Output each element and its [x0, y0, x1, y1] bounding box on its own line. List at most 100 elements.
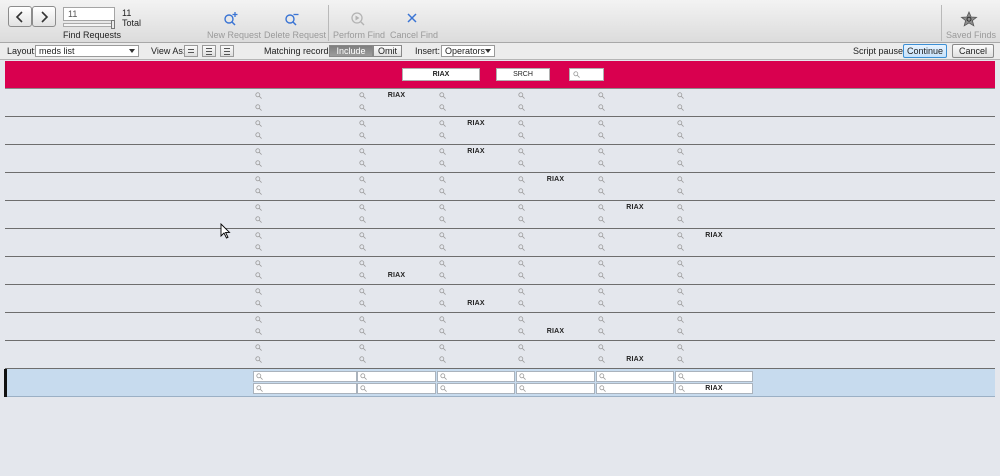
omit-toggle[interactable]: Omit [373, 45, 402, 57]
find-field-6[interactable] [675, 203, 753, 214]
find-field-3[interactable] [437, 315, 515, 326]
find-field-5[interactable] [596, 231, 674, 242]
find-request-row[interactable]: RIAX [5, 369, 995, 397]
find-field-3[interactable] [437, 383, 515, 394]
find-field-1[interactable] [253, 187, 357, 198]
find-field-4[interactable]: RIAX [516, 175, 595, 186]
find-field-1[interactable] [253, 231, 357, 242]
find-field-2[interactable] [357, 299, 436, 310]
find-request-row[interactable]: RIAX [5, 341, 995, 369]
find-field-6[interactable] [675, 131, 753, 142]
find-field-6[interactable]: RIAX [675, 231, 753, 242]
header-riax-button[interactable]: RIAX [402, 68, 480, 81]
find-field-5[interactable] [596, 131, 674, 142]
find-field-4[interactable] [516, 103, 595, 114]
find-field-5[interactable]: RIAX [596, 355, 674, 366]
find-field-3[interactable] [437, 203, 515, 214]
find-field-4[interactable] [516, 315, 595, 326]
find-field-5[interactable] [596, 371, 674, 382]
find-field-1[interactable] [253, 159, 357, 170]
find-field-1[interactable] [253, 147, 357, 158]
find-field-2[interactable] [357, 287, 436, 298]
find-field-3[interactable] [437, 159, 515, 170]
find-field-6[interactable] [675, 355, 753, 366]
find-field-3[interactable] [437, 327, 515, 338]
record-number-input[interactable]: 11 [63, 7, 115, 21]
find-field-4[interactable] [516, 243, 595, 254]
find-field-6[interactable] [675, 187, 753, 198]
find-field-4[interactable] [516, 159, 595, 170]
layout-select[interactable]: meds list [35, 45, 139, 57]
find-field-6[interactable] [675, 215, 753, 226]
find-field-3[interactable] [437, 175, 515, 186]
find-field-1[interactable] [253, 103, 357, 114]
find-field-4[interactable] [516, 299, 595, 310]
find-field-2[interactable] [357, 131, 436, 142]
find-field-4[interactable] [516, 355, 595, 366]
find-request-row[interactable]: RIAX [5, 201, 995, 229]
find-field-4[interactable] [516, 287, 595, 298]
find-field-6[interactable] [675, 259, 753, 270]
find-field-2[interactable] [357, 215, 436, 226]
find-field-6[interactable]: RIAX [675, 383, 753, 394]
find-field-1[interactable] [253, 299, 357, 310]
header-search-field[interactable] [569, 68, 604, 81]
find-request-row[interactable]: RIAX [5, 89, 995, 117]
find-request-row[interactable]: RIAX [5, 117, 995, 145]
find-field-5[interactable] [596, 187, 674, 198]
find-field-3[interactable]: RIAX [437, 119, 515, 130]
find-field-2[interactable] [357, 315, 436, 326]
find-field-4[interactable] [516, 259, 595, 270]
find-field-5[interactable] [596, 243, 674, 254]
find-field-1[interactable] [253, 343, 357, 354]
cancel-button[interactable]: Cancel [952, 44, 994, 58]
previous-record-button[interactable] [8, 6, 32, 27]
find-field-1[interactable] [253, 259, 357, 270]
find-field-1[interactable] [253, 355, 357, 366]
find-field-5[interactable] [596, 159, 674, 170]
find-field-3[interactable] [437, 231, 515, 242]
find-field-5[interactable] [596, 287, 674, 298]
find-field-5[interactable] [596, 119, 674, 130]
find-request-row[interactable]: RIAX [5, 145, 995, 173]
find-field-6[interactable] [675, 371, 753, 382]
find-field-3[interactable] [437, 131, 515, 142]
find-field-4[interactable] [516, 147, 595, 158]
find-field-5[interactable] [596, 103, 674, 114]
find-field-2[interactable] [357, 159, 436, 170]
find-field-4[interactable]: RIAX [516, 327, 595, 338]
find-field-1[interactable] [253, 131, 357, 142]
operators-select[interactable]: Operators [441, 45, 495, 57]
find-field-4[interactable] [516, 119, 595, 130]
find-field-6[interactable] [675, 287, 753, 298]
find-field-2[interactable] [357, 231, 436, 242]
find-field-1[interactable] [253, 175, 357, 186]
find-field-4[interactable] [516, 383, 595, 394]
find-field-4[interactable] [516, 131, 595, 142]
find-field-6[interactable] [675, 91, 753, 102]
find-field-2[interactable]: RIAX [357, 271, 436, 282]
find-field-6[interactable] [675, 103, 753, 114]
find-request-row[interactable]: RIAX [5, 229, 995, 257]
find-field-5[interactable] [596, 383, 674, 394]
find-field-3[interactable]: RIAX [437, 299, 515, 310]
find-field-5[interactable] [596, 91, 674, 102]
find-field-1[interactable] [253, 371, 357, 382]
find-field-1[interactable] [253, 315, 357, 326]
find-field-5[interactable] [596, 175, 674, 186]
find-field-4[interactable] [516, 231, 595, 242]
next-record-button[interactable] [32, 6, 56, 27]
find-field-3[interactable] [437, 215, 515, 226]
find-field-6[interactable] [675, 243, 753, 254]
find-field-2[interactable] [357, 175, 436, 186]
find-field-3[interactable] [437, 355, 515, 366]
view-as-table-button[interactable] [220, 45, 234, 57]
find-field-2[interactable] [357, 355, 436, 366]
find-field-2[interactable] [357, 383, 436, 394]
find-field-6[interactable] [675, 299, 753, 310]
find-field-3[interactable] [437, 371, 515, 382]
find-field-6[interactable] [675, 343, 753, 354]
find-field-1[interactable] [253, 271, 357, 282]
view-as-form-button[interactable] [184, 45, 198, 57]
find-field-6[interactable] [675, 271, 753, 282]
